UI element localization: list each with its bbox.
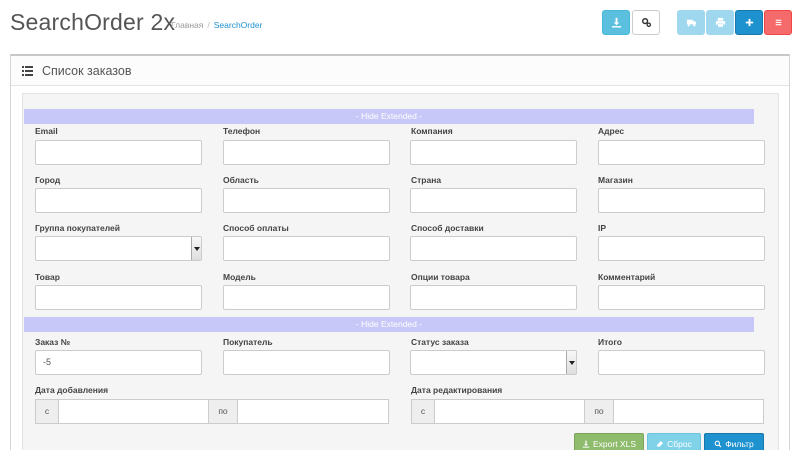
page-title: SearchOrder 2x: [10, 9, 176, 35]
product-label: Товар: [35, 272, 60, 282]
country-field[interactable]: [410, 188, 577, 213]
date-modified-to-field[interactable]: [613, 399, 764, 424]
eraser-icon: [656, 441, 664, 447]
region-label: Область: [223, 175, 259, 185]
store-label: Магазин: [598, 175, 633, 185]
order-id-field[interactable]: -5: [35, 350, 202, 375]
total-field[interactable]: [598, 350, 765, 375]
download-icon: [582, 440, 590, 448]
email-label: Email: [35, 126, 58, 136]
date-added-to-addon: по: [208, 399, 238, 424]
ip-label: IP: [598, 223, 607, 233]
export-xls-label: Export XLS: [593, 439, 636, 449]
menu-button[interactable]: [764, 10, 792, 35]
add-button[interactable]: [735, 10, 763, 35]
email-field[interactable]: [35, 140, 202, 165]
download-icon: [611, 17, 621, 28]
chevron-down-icon: [191, 237, 201, 260]
print-button[interactable]: [706, 10, 734, 35]
date-added-to-field[interactable]: [237, 399, 389, 424]
customer-label: Покупатель: [223, 337, 273, 347]
payment-method-field[interactable]: [223, 236, 390, 261]
breadcrumb: Главная / SearchOrder: [171, 20, 263, 30]
city-label: Город: [35, 175, 61, 185]
date-added-from-addon: с: [35, 399, 59, 424]
comment-field[interactable]: [598, 285, 765, 310]
country-label: Страна: [411, 175, 442, 185]
total-label: Итого: [598, 337, 622, 347]
company-label: Компания: [411, 126, 453, 136]
cogs-icon: [641, 18, 651, 28]
customer-field[interactable]: [223, 350, 390, 375]
hide-extended-toggle[interactable]: - Hide Extended -: [24, 109, 754, 124]
product-options-label: Опции товара: [411, 272, 470, 282]
product-options-field[interactable]: [410, 285, 577, 310]
search-icon: [714, 440, 722, 448]
list-icon: [22, 65, 33, 76]
download-button[interactable]: [602, 10, 630, 35]
city-field[interactable]: [35, 188, 202, 213]
store-field[interactable]: [598, 188, 765, 213]
date-added-label: Дата добавления: [35, 385, 109, 395]
shipping-method-field[interactable]: [410, 236, 577, 261]
date-modified-from-addon: с: [411, 399, 435, 424]
breadcrumb-current[interactable]: SearchOrder: [214, 20, 263, 30]
address-field[interactable]: [598, 140, 765, 165]
filter-label: Фильтр: [725, 439, 754, 449]
phone-label: Телефон: [223, 126, 261, 136]
shipping-method-label: Способ доставки: [411, 223, 484, 233]
product-field[interactable]: [35, 285, 202, 310]
panel-title: Список заказов: [42, 63, 132, 78]
panel-heading: Список заказов: [11, 56, 789, 86]
date-added-from-field[interactable]: [58, 399, 209, 424]
order-status-label: Статус заказа: [411, 337, 469, 347]
company-field[interactable]: [410, 140, 577, 165]
breadcrumb-home[interactable]: Главная: [171, 20, 203, 30]
reset-label: Сброс: [667, 439, 692, 449]
phone-field[interactable]: [223, 140, 390, 165]
chevron-down-icon: [566, 351, 576, 374]
export-xls-button[interactable]: Export XLS: [574, 433, 644, 450]
date-modified-to-addon: по: [584, 399, 614, 424]
order-id-label: Заказ №: [35, 337, 71, 347]
customer-group-label: Группа покупателей: [35, 223, 120, 233]
ip-field[interactable]: [598, 236, 765, 261]
hide-extended-toggle-bottom[interactable]: - Hide Extended -: [24, 317, 754, 332]
order-status-select[interactable]: [410, 350, 577, 375]
comment-label: Комментарий: [598, 272, 656, 282]
print-icon: [715, 17, 725, 28]
plus-icon: [745, 18, 753, 27]
customer-group-select[interactable]: [35, 236, 202, 261]
filter-button[interactable]: Фильтр: [704, 433, 764, 450]
region-field[interactable]: [223, 188, 390, 213]
settings-button[interactable]: [632, 10, 660, 35]
menu-icon: [775, 19, 781, 26]
payment-method-label: Способ оплаты: [223, 223, 289, 233]
address-label: Адрес: [598, 126, 625, 136]
date-modified-label: Дата редактирования: [411, 385, 503, 395]
reset-button[interactable]: Сброс: [647, 433, 701, 450]
shipping-button[interactable]: [677, 10, 705, 35]
truck-icon: [686, 19, 696, 27]
model-field[interactable]: [223, 285, 390, 310]
model-label: Модель: [223, 272, 256, 282]
date-modified-from-field[interactable]: [434, 399, 585, 424]
